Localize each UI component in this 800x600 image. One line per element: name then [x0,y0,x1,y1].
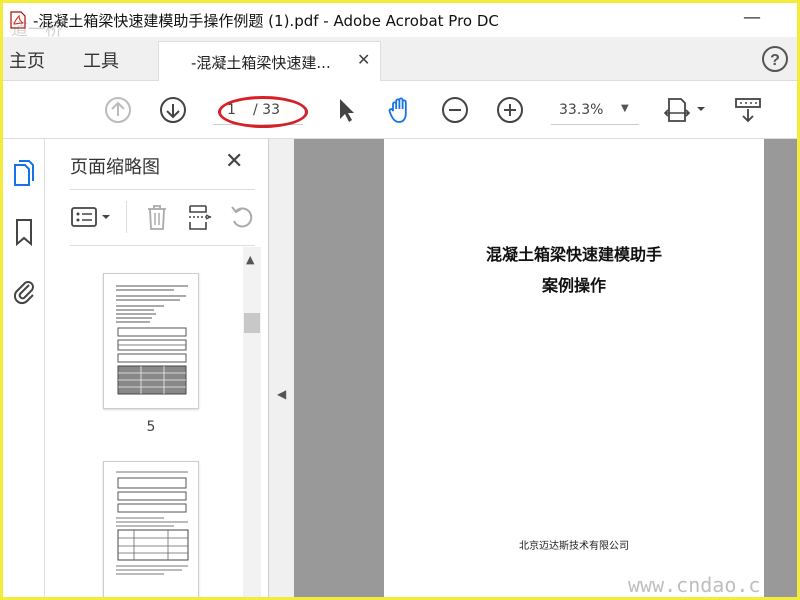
divider [70,245,255,246]
document-company: 北京迈达斯技术有限公司 [519,541,629,552]
chevron-down-icon: ▼ [621,103,629,114]
document-title-line1: 混凝土箱梁快速建模助手 [485,245,662,264]
thumbnail-preview [116,471,189,575]
document-title-line2: 案例操作 [541,276,606,295]
collapse-panel-icon[interactable]: ◀ [277,387,286,401]
scroll-mode-icon[interactable] [733,95,763,125]
thumbnail-preview [116,285,188,395]
divider [126,201,127,233]
toolbar: 1 / 33 33.3% ▼ [3,81,797,139]
tab-document[interactable]: -混凝土箱梁快速建... ✕ [158,41,381,82]
chevron-up-icon[interactable]: ▲ [246,253,254,266]
svg-text:?: ? [770,52,780,69]
panel-title: 页面缩略图 [70,157,160,178]
minimize-button[interactable]: — [743,7,761,28]
bookmark-icon[interactable] [11,217,37,247]
tab-bar: 主页 工具 -混凝土箱梁快速建... ✕ ? [3,37,797,82]
hand-icon[interactable] [385,95,415,125]
close-panel-button[interactable]: ✕ [225,149,243,174]
fit-page-icon[interactable] [663,95,709,125]
arrow-down-circle-icon[interactable] [158,95,188,125]
zoom-value: 33.3% [559,102,604,118]
document-page[interactable]: 混凝土箱梁快速建模助手 案例操作 北京迈达斯技术有限公司 [384,139,764,597]
divider [70,189,255,190]
help-icon[interactable]: ? [761,45,789,73]
red-annotation-ellipse [218,96,308,128]
thumbnail-options-icon[interactable] [70,203,114,231]
rotate-icon[interactable] [228,203,256,231]
zoom-out-icon[interactable] [440,95,470,125]
attachment-icon[interactable] [11,275,37,305]
window-title: -混凝土箱梁快速建模助手操作例题 (1).pdf - Adobe Acrobat… [33,12,499,30]
left-rail [3,139,45,597]
tab-tools[interactable]: 工具 [83,47,119,73]
thumbnail-list: 5 [45,247,263,597]
page-thumbnail[interactable] [103,273,199,409]
zoom-in-icon[interactable] [495,95,525,125]
page-thumbnails-icon[interactable] [11,159,37,189]
tab-home[interactable]: 主页 [9,47,45,73]
thumbnail-page-label: 5 [146,419,156,435]
zoom-dropdown[interactable]: 33.3% ▼ [551,97,639,125]
trash-icon[interactable] [144,203,170,231]
scroll-thumb[interactable] [244,313,260,333]
arrow-up-circle-icon[interactable] [103,95,133,125]
insert-page-icon[interactable] [186,203,214,231]
panel-toolbar [70,201,260,233]
thumbnail-scrollbar[interactable]: ▲ [243,247,261,597]
page-thumbnail[interactable] [103,461,199,597]
watermark-bottom: www.cndao.c [628,573,761,597]
document-view: ◀ 混凝土箱梁快速建模助手 案例操作 北京迈达斯技术有限公司 [269,139,797,597]
document-tab-label: -混凝土箱梁快速建... [191,54,331,72]
thumbnails-panel: 页面缩略图 ✕ 5 ▲ [45,139,269,597]
close-tab-button[interactable]: ✕ [357,50,370,69]
app-window: 道一桥 -混凝土箱梁快速建模助手操作例题 (1).pdf - Adobe Acr… [0,0,800,600]
pointer-icon[interactable] [331,95,361,125]
title-bar: 道一桥 -混凝土箱梁快速建模助手操作例题 (1).pdf - Adobe Acr… [3,3,797,40]
